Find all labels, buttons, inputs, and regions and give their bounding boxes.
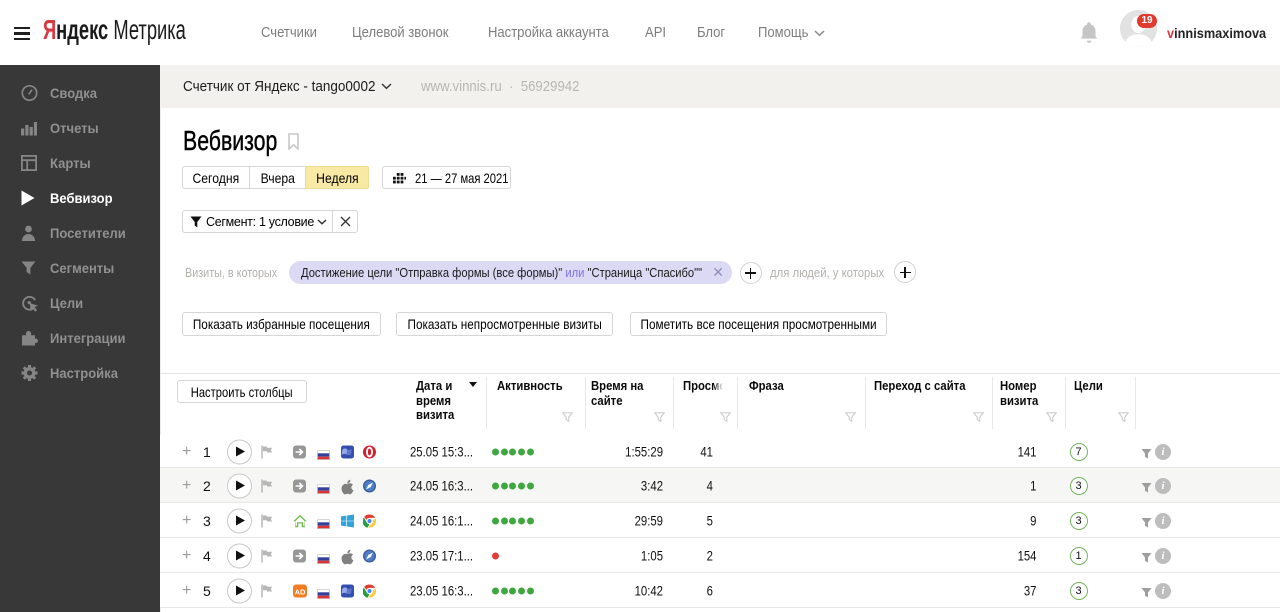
svg-text:AD: AD: [294, 587, 305, 596]
